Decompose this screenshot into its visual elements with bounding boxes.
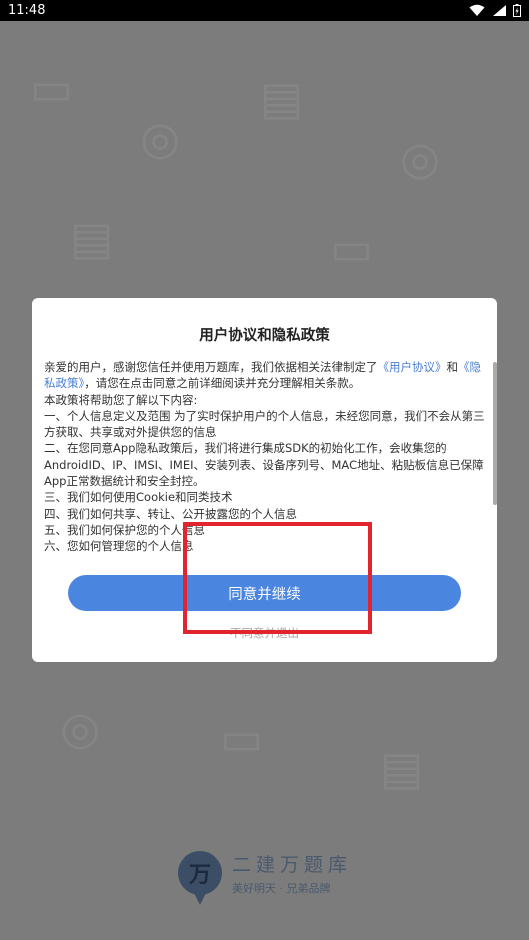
status-icons (469, 4, 521, 17)
content-line: 三、我们如何使用Cookie和同类技术 (44, 490, 233, 505)
dialog-title: 用户协议和隐私政策 (199, 328, 330, 344)
wifi-icon (469, 4, 485, 16)
background-book-icon: ▭ (220, 711, 264, 765)
brand-logo-icon: 万 (178, 851, 222, 905)
content-line: 二、在您同意App隐私政策后，我们将进行集成SDK的初始化工作，会收集您的And… (44, 441, 484, 489)
dialog-scrollbar[interactable] (493, 362, 497, 505)
status-time: 11:48 (8, 3, 46, 18)
background-book-icon: ▤ (380, 741, 424, 795)
background-book-icon: ◎ (400, 131, 441, 185)
highlight-box (183, 522, 372, 634)
background-book-icon: ▤ (260, 71, 304, 125)
user-agreement-link[interactable]: 《用户协议》 (378, 360, 447, 374)
status-bar: 11:48 (0, 0, 529, 21)
battery-icon (513, 4, 521, 17)
background-book-icon: ◎ (140, 111, 181, 165)
background-book-icon: ▤ (70, 211, 114, 265)
brand-tagline: 美好明天 · 兄弟品牌 (232, 882, 331, 895)
background-book-icon: ◎ (60, 701, 101, 755)
background-book-icon: ▭ (330, 221, 374, 275)
content-line: 一、个人信息定义及范围 为了实时保护用户的个人信息，未经您同意，我们不会从第三方… (44, 408, 485, 440)
brand-text: 二建万题库 美好明天 · 兄弟品牌 (232, 850, 352, 896)
signal-icon (493, 5, 506, 16)
intro-paragraph: 亲爱的用户，感谢您信任并使用万题库，我们依据相关法律制定了《用户协议》和《隐私政… (44, 360, 481, 391)
background-book-icon: ▭ (30, 61, 74, 115)
brand-name: 二建万题库 (232, 854, 353, 876)
content-line: 本政策将帮助您了解以下内容: (44, 392, 198, 407)
brand: 万 二建万题库 美好明天 · 兄弟品牌 (178, 843, 378, 905)
content-line: 四、我们如何共享、转让、公开披露您的个人信息 (44, 506, 297, 521)
